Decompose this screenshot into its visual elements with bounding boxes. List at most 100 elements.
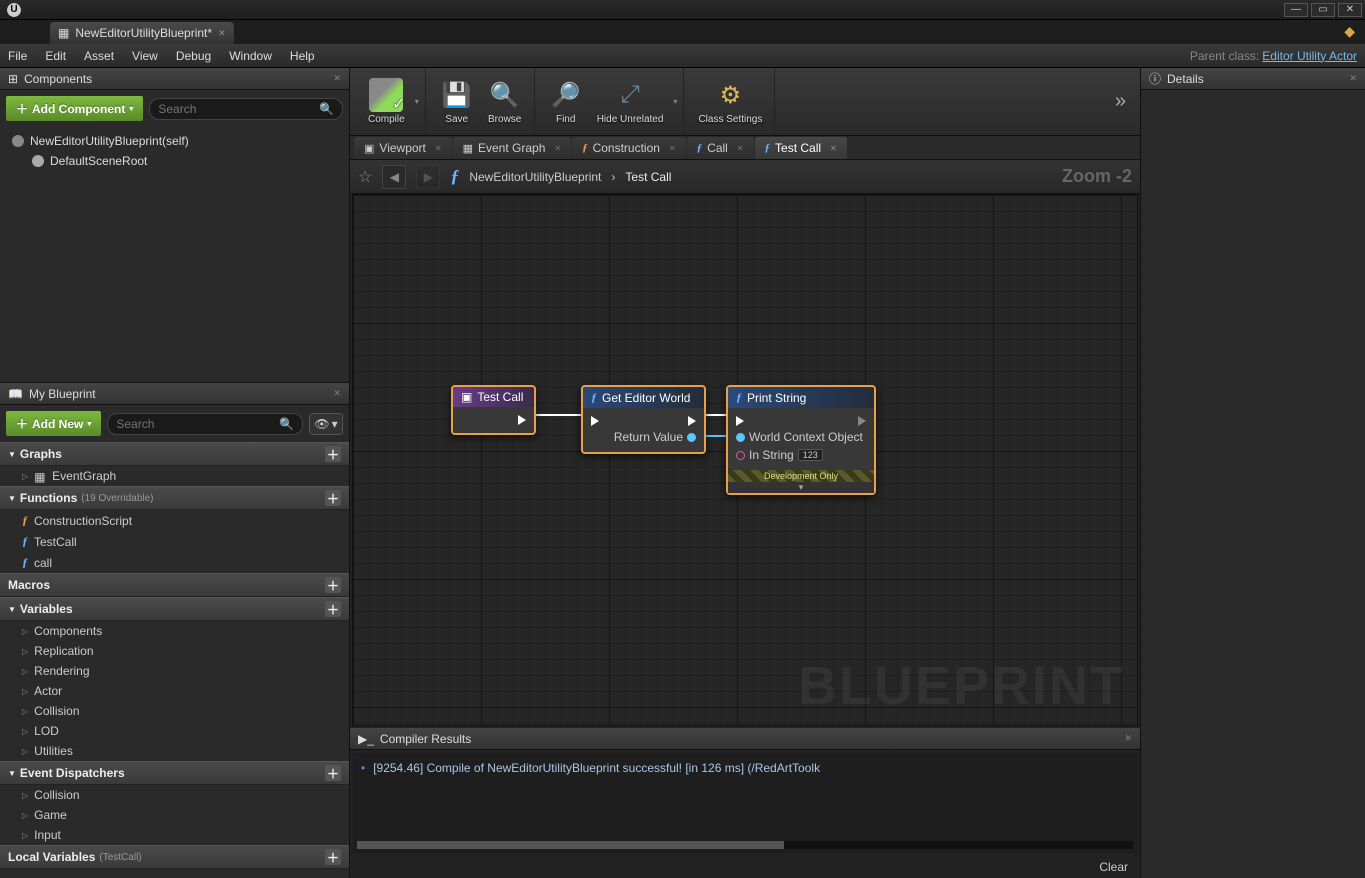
node-printstring[interactable]: ƒPrint String World Context Object In St… bbox=[726, 385, 876, 495]
close-icon[interactable]: ✕ bbox=[737, 144, 744, 153]
myblueprint-panel-tab[interactable]: 📖 My Blueprint ✕ bbox=[0, 383, 349, 405]
category-dispatchers[interactable]: ▼Event Dispatchers＋ bbox=[0, 761, 349, 785]
tab-eventgraph[interactable]: ▦Event Graph✕ bbox=[453, 137, 571, 159]
components-search[interactable]: 🔍 bbox=[149, 98, 343, 120]
exec-out-pin[interactable] bbox=[688, 416, 696, 426]
clear-log-button[interactable]: Clear bbox=[350, 856, 1140, 878]
compiler-log[interactable]: •[9254.46] Compile of NewEditorUtilityBl… bbox=[353, 753, 1137, 853]
expand-node-button[interactable]: ▾ bbox=[728, 482, 874, 493]
var-actor[interactable]: ▷Actor bbox=[0, 681, 349, 701]
close-icon[interactable]: ✕ bbox=[1124, 733, 1132, 744]
breadcrumb-class[interactable]: NewEditorUtilityBlueprint bbox=[469, 170, 601, 184]
node-testcall[interactable]: ▣Test Call bbox=[451, 385, 536, 435]
entry-testcall[interactable]: ƒTestCall bbox=[0, 531, 349, 552]
save-button[interactable]: 💾Save bbox=[434, 76, 480, 127]
close-icon[interactable]: ✕ bbox=[1349, 73, 1357, 84]
exec-in-pin[interactable] bbox=[591, 416, 599, 426]
exec-out-pin[interactable] bbox=[858, 416, 866, 426]
exec-out-pin[interactable] bbox=[518, 415, 526, 425]
close-icon[interactable]: ✕ bbox=[435, 144, 442, 153]
parent-class-link[interactable]: Editor Utility Actor bbox=[1262, 49, 1357, 63]
close-icon[interactable]: ✕ bbox=[554, 144, 561, 153]
in-string-value[interactable]: 123 bbox=[798, 449, 823, 461]
graph-canvas[interactable]: ▣Test Call ƒGet Editor World Return Valu… bbox=[352, 194, 1138, 726]
var-rendering[interactable]: ▷Rendering bbox=[0, 661, 349, 681]
nav-back-button[interactable]: ◀ bbox=[382, 165, 406, 189]
disp-game[interactable]: ▷Game bbox=[0, 805, 349, 825]
favorite-button[interactable]: ☆ bbox=[358, 167, 372, 187]
browse-button[interactable]: 🔍Browse bbox=[482, 76, 528, 127]
find-button[interactable]: 🔎Find bbox=[543, 76, 589, 127]
category-localvars[interactable]: Local Variables(TestCall)＋ bbox=[0, 845, 349, 869]
entry-call[interactable]: ƒcall bbox=[0, 552, 349, 573]
component-root[interactable]: NewEditorUtilityBlueprint(self) bbox=[0, 131, 349, 151]
window-close-button[interactable]: ✕ bbox=[1338, 3, 1362, 17]
var-lod[interactable]: ▷LOD bbox=[0, 721, 349, 741]
var-replication[interactable]: ▷Replication bbox=[0, 641, 349, 661]
close-icon[interactable]: ✕ bbox=[333, 388, 341, 399]
add-dispatcher-button[interactable]: ＋ bbox=[325, 765, 341, 781]
tab-testcall[interactable]: ƒTest Call✕ bbox=[755, 137, 847, 159]
category-variables[interactable]: ▼Variables＋ bbox=[0, 597, 349, 621]
add-component-button[interactable]: ＋Add Component bbox=[6, 96, 143, 121]
category-macros[interactable]: Macros＋ bbox=[0, 573, 349, 597]
chevron-down-icon[interactable]: ▾ bbox=[415, 97, 419, 106]
view-options-button[interactable]: 👁▾ bbox=[309, 413, 343, 435]
class-settings-button[interactable]: ⚙Class Settings bbox=[692, 76, 768, 127]
hide-unrelated-button[interactable]: ⤢Hide Unrelated bbox=[591, 76, 670, 127]
nav-forward-button[interactable]: ▶ bbox=[416, 165, 440, 189]
menu-asset[interactable]: Asset bbox=[84, 49, 114, 63]
var-components[interactable]: ▷Components bbox=[0, 621, 349, 641]
add-new-button[interactable]: ＋Add New bbox=[6, 411, 101, 436]
in-string-pin[interactable]: In String123 bbox=[736, 448, 823, 462]
add-function-button[interactable]: ＋ bbox=[325, 490, 341, 506]
close-icon[interactable]: ✕ bbox=[669, 144, 676, 153]
tab-viewport[interactable]: ▣Viewport✕ bbox=[354, 137, 452, 159]
details-panel-tab[interactable]: ⓘ Details ✕ bbox=[1141, 68, 1365, 90]
entry-eventgraph[interactable]: ▷▦EventGraph bbox=[0, 466, 349, 486]
menu-help[interactable]: Help bbox=[290, 49, 315, 63]
window-maximize-button[interactable]: ▭ bbox=[1311, 3, 1335, 17]
world-context-pin[interactable]: World Context Object bbox=[736, 430, 863, 444]
scrollbar-thumb[interactable] bbox=[357, 841, 784, 849]
myblueprint-search-input[interactable] bbox=[116, 417, 279, 431]
tab-call[interactable]: ƒCall✕ bbox=[687, 137, 754, 159]
myblueprint-search[interactable]: 🔍 bbox=[107, 413, 303, 435]
function-icon: ƒ bbox=[697, 142, 703, 154]
var-utilities[interactable]: ▷Utilities bbox=[0, 741, 349, 761]
category-graphs[interactable]: ▼Graphs＋ bbox=[0, 442, 349, 466]
category-functions[interactable]: ▼Functions(19 Overridable)＋ bbox=[0, 486, 349, 510]
scene-icon bbox=[32, 155, 44, 167]
chevron-down-icon[interactable]: ▾ bbox=[673, 97, 677, 106]
close-icon[interactable]: ✕ bbox=[830, 144, 837, 153]
menu-file[interactable]: File bbox=[8, 49, 27, 63]
menu-debug[interactable]: Debug bbox=[176, 49, 211, 63]
menu-edit[interactable]: Edit bbox=[45, 49, 66, 63]
compile-button[interactable]: Compile bbox=[362, 76, 411, 127]
breadcrumb-function[interactable]: Test Call bbox=[625, 170, 671, 184]
var-collision[interactable]: ▷Collision bbox=[0, 701, 349, 721]
components-search-input[interactable] bbox=[158, 102, 319, 116]
exec-in-pin[interactable] bbox=[736, 416, 744, 426]
return-value-pin[interactable]: Return Value bbox=[614, 430, 696, 444]
log-scrollbar[interactable] bbox=[357, 841, 1133, 849]
disp-input[interactable]: ▷Input bbox=[0, 825, 349, 845]
add-variable-button[interactable]: ＋ bbox=[325, 601, 341, 617]
node-geteditorworld[interactable]: ƒGet Editor World Return Value bbox=[581, 385, 706, 454]
menu-view[interactable]: View bbox=[132, 49, 158, 63]
menu-window[interactable]: Window bbox=[229, 49, 272, 63]
component-child[interactable]: DefaultSceneRoot bbox=[0, 151, 349, 171]
components-panel-tab[interactable]: ⊞ Components ✕ bbox=[0, 68, 349, 90]
disp-collision[interactable]: ▷Collision bbox=[0, 785, 349, 805]
entry-constructionscript[interactable]: ƒConstructionScript bbox=[0, 510, 349, 531]
toolbar-expand-button[interactable]: » bbox=[1107, 90, 1134, 113]
close-icon[interactable]: ✕ bbox=[218, 28, 226, 39]
document-tab[interactable]: ▦ NewEditorUtilityBlueprint* ✕ bbox=[50, 22, 234, 44]
window-minimize-button[interactable]: — bbox=[1284, 3, 1308, 17]
add-graph-button[interactable]: ＋ bbox=[325, 446, 341, 462]
add-localvar-button[interactable]: ＋ bbox=[325, 849, 341, 865]
compiler-results-tab[interactable]: ▶_ Compiler Results ✕ bbox=[350, 728, 1140, 750]
close-icon[interactable]: ✕ bbox=[333, 73, 341, 84]
add-macro-button[interactable]: ＋ bbox=[325, 577, 341, 593]
tab-construction[interactable]: ƒConstruction✕ bbox=[572, 137, 686, 159]
